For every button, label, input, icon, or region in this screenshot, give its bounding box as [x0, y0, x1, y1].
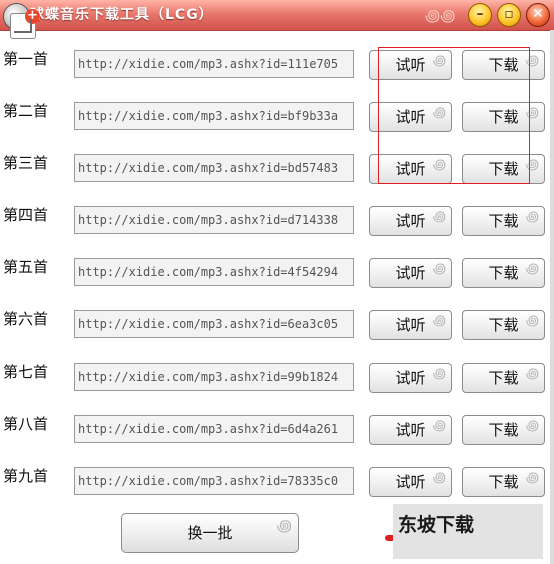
swirl-icon: ꩜	[432, 53, 446, 69]
maximize-button[interactable]: ▫	[497, 3, 521, 27]
download-button[interactable]: 下载 ꩜	[462, 258, 545, 288]
download-label: 下载	[488, 160, 519, 178]
swirl-icon: ꩜	[276, 516, 292, 535]
swirl-icon: ꩜	[432, 261, 446, 277]
listen-label: 试听	[395, 108, 426, 126]
swirl-icon: ꩜	[432, 209, 446, 225]
listen-label: 试听	[395, 56, 426, 74]
swirl-icon: ꩜	[525, 53, 539, 69]
download-label: 下载	[488, 212, 519, 230]
song-url-field[interactable]: http://xidie.com/mp3.ashx?id=bd57483	[74, 154, 354, 182]
listen-button[interactable]: 试听 ꩜	[369, 206, 452, 236]
swirl-icon: ꩜	[525, 366, 539, 382]
song-row: 第九首 http://xidie.com/mp3.ashx?id=78335c0 试…	[0, 465, 554, 497]
listen-label: 试听	[395, 264, 426, 282]
song-row: 第一首 http://xidie.com/mp3.ashx?id=111e705 试…	[0, 48, 554, 80]
download-label: 下载	[488, 316, 519, 334]
window-border	[550, 30, 554, 564]
listen-label: 试听	[395, 160, 426, 178]
plus-icon: +	[25, 9, 40, 24]
swirl-decoration-icon: ꩜꩜	[425, 6, 456, 25]
song-url-field[interactable]: http://xidie.com/mp3.ashx?id=78335c0	[74, 467, 354, 495]
song-url-field[interactable]: http://xidie.com/mp3.ashx?id=bf9b33a	[74, 102, 354, 130]
song-label: 第九首	[3, 467, 49, 485]
song-label: 第一首	[3, 50, 49, 68]
listen-label: 试听	[395, 212, 426, 230]
next-batch-label: 换一批	[187, 524, 233, 542]
add-window-icon[interactable]: +	[10, 9, 40, 39]
swirl-icon: ꩜	[525, 418, 539, 434]
swirl-icon: ꩜	[525, 313, 539, 329]
song-row: 第六首 http://xidie.com/mp3.ashx?id=6ea3c05 试…	[0, 308, 554, 340]
listen-button[interactable]: 试听 ꩜	[369, 415, 452, 445]
listen-button[interactable]: 试听 ꩜	[369, 310, 452, 340]
swirl-icon: ꩜	[432, 105, 446, 121]
swirl-icon: ꩜	[525, 157, 539, 173]
listen-label: 试听	[395, 473, 426, 491]
download-button[interactable]: 下载 ꩜	[462, 310, 545, 340]
download-button[interactable]: 下载 ꩜	[462, 467, 545, 497]
song-url-field[interactable]: http://xidie.com/mp3.ashx?id=6ea3c05	[74, 310, 354, 338]
song-row: 第七首 http://xidie.com/mp3.ashx?id=99b1824 试…	[0, 361, 554, 393]
listen-label: 试听	[395, 316, 426, 334]
listen-button[interactable]: 试听 ꩜	[369, 467, 452, 497]
download-label: 下载	[488, 56, 519, 74]
download-button[interactable]: 下载 ꩜	[462, 206, 545, 236]
song-url-field[interactable]: http://xidie.com/mp3.ashx?id=6d4a261	[74, 415, 354, 443]
song-row: 第二首 http://xidie.com/mp3.ashx?id=bf9b33a 试…	[0, 100, 554, 132]
download-button[interactable]: 下载 ꩜	[462, 50, 545, 80]
download-label: 下载	[488, 108, 519, 126]
listen-label: 试听	[395, 421, 426, 439]
song-label: 第八首	[3, 415, 49, 433]
download-label: 下载	[488, 473, 519, 491]
song-label: 第四首	[3, 206, 49, 224]
close-button[interactable]: ✕	[526, 3, 550, 27]
download-button[interactable]: 下载 ꩜	[462, 154, 545, 184]
listen-button[interactable]: 试听 ꩜	[369, 154, 452, 184]
download-label: 下载	[488, 264, 519, 282]
swirl-icon: ꩜	[525, 470, 539, 486]
watermark: 东坡下载	[393, 504, 543, 559]
song-row: 第八首 http://xidie.com/mp3.ashx?id=6d4a261 试…	[0, 413, 554, 445]
song-label: 第三首	[3, 154, 49, 172]
watermark-text: 东坡下载	[398, 514, 475, 536]
listen-button[interactable]: 试听 ꩜	[369, 363, 452, 393]
listen-label: 试听	[395, 369, 426, 387]
song-label: 第五首	[3, 258, 49, 276]
listen-button[interactable]: 试听 ꩜	[369, 102, 452, 132]
download-button[interactable]: 下载 ꩜	[462, 415, 545, 445]
listen-button[interactable]: 试听 ꩜	[369, 258, 452, 288]
song-row: 第四首 http://xidie.com/mp3.ashx?id=d714338 试…	[0, 204, 554, 236]
swirl-icon: ꩜	[432, 313, 446, 329]
song-row: 第三首 http://xidie.com/mp3.ashx?id=bd57483 试…	[0, 152, 554, 184]
window-title: 球蝶音乐下载工具（LCG）	[30, 7, 214, 23]
download-button[interactable]: 下载 ꩜	[462, 102, 545, 132]
song-url-field[interactable]: http://xidie.com/mp3.ashx?id=d714338	[74, 206, 354, 234]
swirl-icon: ꩜	[432, 470, 446, 486]
song-label: 第七首	[3, 363, 49, 381]
swirl-icon: ꩜	[525, 105, 539, 121]
song-url-field[interactable]: http://xidie.com/mp3.ashx?id=4f54294	[74, 258, 354, 286]
swirl-icon: ꩜	[525, 209, 539, 225]
swirl-icon: ꩜	[432, 366, 446, 382]
song-url-field[interactable]: http://xidie.com/mp3.ashx?id=111e705	[74, 50, 354, 78]
song-label: 第六首	[3, 310, 49, 328]
swirl-icon: ꩜	[432, 157, 446, 173]
next-batch-button[interactable]: 换一批 ꩜	[121, 513, 299, 553]
minimize-button[interactable]: –	[468, 3, 492, 27]
swirl-icon: ꩜	[432, 418, 446, 434]
download-label: 下载	[488, 369, 519, 387]
listen-button[interactable]: 试听 ꩜	[369, 50, 452, 80]
song-url-field[interactable]: http://xidie.com/mp3.ashx?id=99b1824	[74, 363, 354, 391]
song-row: 第五首 http://xidie.com/mp3.ashx?id=4f54294 试…	[0, 256, 554, 288]
swirl-icon: ꩜	[525, 261, 539, 277]
download-label: 下载	[488, 421, 519, 439]
download-button[interactable]: 下载 ꩜	[462, 363, 545, 393]
song-label: 第二首	[3, 102, 49, 120]
title-bar: 球蝶音乐下载工具（LCG） ꩜꩜ – ▫ ✕	[0, 0, 554, 31]
